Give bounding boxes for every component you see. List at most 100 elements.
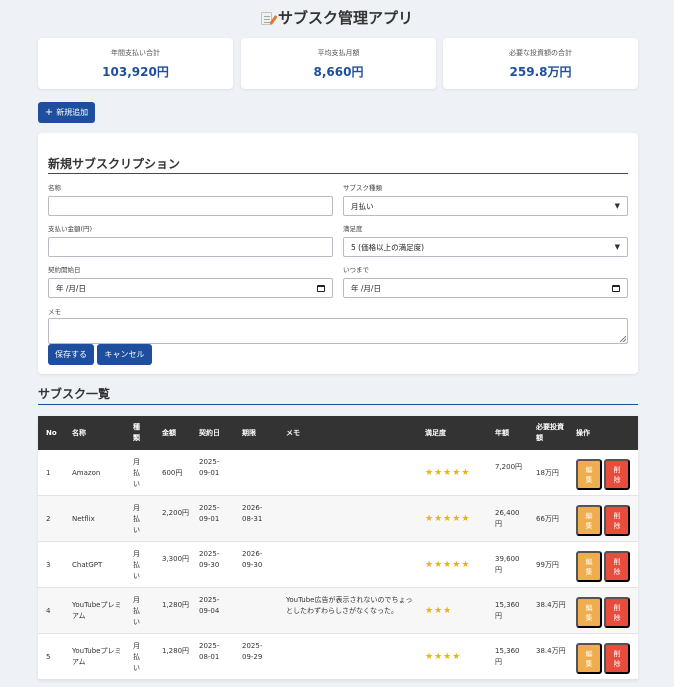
type-label: サブスク種類: [343, 184, 382, 192]
memo-icon: [260, 12, 272, 25]
start-date-label: 契約開始日: [48, 266, 81, 274]
header-rating: 満足度: [425, 429, 446, 437]
header-amount: 金額: [162, 429, 176, 437]
star-icon: ★: [461, 468, 470, 478]
cell-type: 月払い: [133, 642, 140, 672]
delete-button[interactable]: 削除: [604, 505, 630, 536]
star-icon: ★: [443, 468, 452, 478]
table-row: 3 ChatGPT 月払い 3,300円 2025-09-30 2026-09-30 39,…: [38, 542, 638, 588]
table-row: 2 Netflix 月払い 2,200円 2025-09-01 2026-08-31 26,…: [38, 496, 638, 542]
calendar-icon[interactable]: [317, 284, 325, 292]
app-title-text: サブスク管理アプリ: [277, 9, 413, 27]
star-icon: ★: [434, 606, 443, 616]
edit-button[interactable]: 編集: [576, 643, 602, 674]
subscription-form: 新規サブスクリプション 名称 サブスク種類 月払い ▼ 支払い金額(円) 満足度…: [38, 133, 638, 374]
cell-amount: 1,280円: [162, 601, 190, 609]
cell-type: 月払い: [133, 550, 140, 580]
cell-no: 5: [46, 653, 51, 661]
cell-start-date: 2025-08-01: [199, 642, 220, 661]
star-icon: ★: [461, 514, 470, 524]
cell-annual: 15,360円: [495, 601, 520, 620]
cell-amount: 2,200円: [162, 509, 190, 517]
star-icon: ★: [425, 468, 434, 478]
header-end: 期限: [242, 429, 256, 437]
cell-annual: 39,600円: [495, 555, 520, 574]
amount-label: 支払い金額(円): [48, 225, 93, 233]
satisfaction-select-value: 5 (価格以上の満足度): [351, 242, 425, 252]
star-icon: ★: [443, 514, 452, 524]
cell-annual: 26,400円: [495, 509, 520, 528]
delete-button[interactable]: 削除: [604, 643, 630, 674]
cell-amount: 3,300円: [162, 555, 190, 563]
cell-start-date: 2025-09-04: [199, 596, 220, 615]
table-header: No 名称 種類 金額 契約日 期限 メモ 満足度 年額 必要投資額 操作: [38, 416, 638, 450]
rating-stars: ★ ★ ★ ★ ★: [425, 469, 469, 478]
type-select-value: 月払い: [351, 201, 374, 211]
cell-type: 月払い: [133, 596, 140, 626]
cell-end-date: 2025-09-29: [242, 642, 263, 661]
resize-grip-icon[interactable]: [620, 336, 626, 342]
cell-no: 3: [46, 561, 51, 569]
header-type: 種類: [133, 423, 140, 442]
rating-stars: ★ ★ ★ ★: [425, 653, 460, 662]
cell-end-date: 2026-08-31: [242, 504, 263, 523]
save-button[interactable]: 保存する: [48, 344, 94, 365]
edit-button[interactable]: 編集: [576, 551, 602, 582]
star-icon: ★: [443, 652, 452, 662]
delete-button[interactable]: 削除: [604, 459, 630, 490]
type-select[interactable]: 月払い ▼: [343, 196, 628, 216]
satisfaction-label: 満足度: [343, 225, 363, 233]
cell-start-date: 2025-09-01: [199, 504, 220, 523]
cell-name: YouTubeプレミアム: [72, 601, 122, 620]
chevron-down-icon: ▼: [614, 243, 620, 251]
start-date-placeholder: 年 /月/日: [56, 283, 86, 293]
star-icon: ★: [452, 514, 461, 524]
satisfaction-select[interactable]: 5 (価格以上の満足度) ▼: [343, 237, 628, 257]
memo-label: メモ: [48, 308, 61, 316]
star-icon: ★: [425, 652, 434, 662]
name-input[interactable]: [48, 196, 333, 216]
header-invest: 必要投資額: [536, 423, 564, 442]
cancel-button[interactable]: キャンセル: [97, 344, 152, 365]
edit-button[interactable]: 編集: [576, 459, 602, 490]
start-date-input[interactable]: 年 /月/日: [48, 278, 333, 298]
star-icon: ★: [425, 514, 434, 524]
star-icon: ★: [452, 560, 461, 570]
cell-name: ChatGPT: [72, 561, 103, 569]
summary-value: 8,660円: [313, 65, 364, 79]
header-no: No: [46, 429, 57, 437]
star-icon: ★: [425, 560, 434, 570]
rating-stars: ★ ★ ★: [425, 607, 451, 616]
subscription-table: No 名称 種類 金額 契約日 期限 メモ 満足度 年額 必要投資額 操作 1 A…: [38, 416, 638, 680]
star-icon: ★: [443, 606, 452, 616]
star-icon: ★: [461, 560, 470, 570]
cell-amount: 600円: [162, 469, 183, 477]
until-date-label: いつまで: [343, 266, 369, 274]
summary-value: 103,920円: [102, 65, 169, 79]
cell-invest: 66万円: [536, 515, 559, 523]
calendar-icon[interactable]: [612, 284, 620, 292]
edit-button[interactable]: 編集: [576, 505, 602, 536]
cell-annual: 15,360円: [495, 647, 520, 666]
summary-label: 年間支払い合計: [111, 49, 160, 57]
summary-monthly-average: 平均支払月額 8,660円: [241, 38, 436, 89]
name-label: 名称: [48, 184, 61, 192]
delete-button[interactable]: 削除: [604, 551, 630, 582]
cell-invest: 38.4万円: [536, 601, 566, 609]
memo-textarea[interactable]: [48, 318, 628, 344]
header-actions: 操作: [576, 429, 590, 437]
cell-no: 2: [46, 515, 51, 523]
chevron-down-icon: ▼: [614, 202, 620, 210]
amount-input[interactable]: [48, 237, 333, 257]
cell-no: 1: [46, 469, 51, 477]
edit-button[interactable]: 編集: [576, 597, 602, 628]
cell-invest: 38.4万円: [536, 647, 566, 655]
summary-label: 必要な投資額の合計: [509, 49, 572, 57]
add-new-label: 新規追加: [56, 108, 89, 117]
form-title: 新規サブスクリプション: [48, 155, 628, 174]
cell-type: 月払い: [133, 504, 140, 534]
header-start: 契約日: [199, 429, 220, 437]
add-new-button[interactable]: + 新規追加: [38, 102, 95, 123]
until-date-input[interactable]: 年 /月/日: [343, 278, 628, 298]
delete-button[interactable]: 削除: [604, 597, 630, 628]
